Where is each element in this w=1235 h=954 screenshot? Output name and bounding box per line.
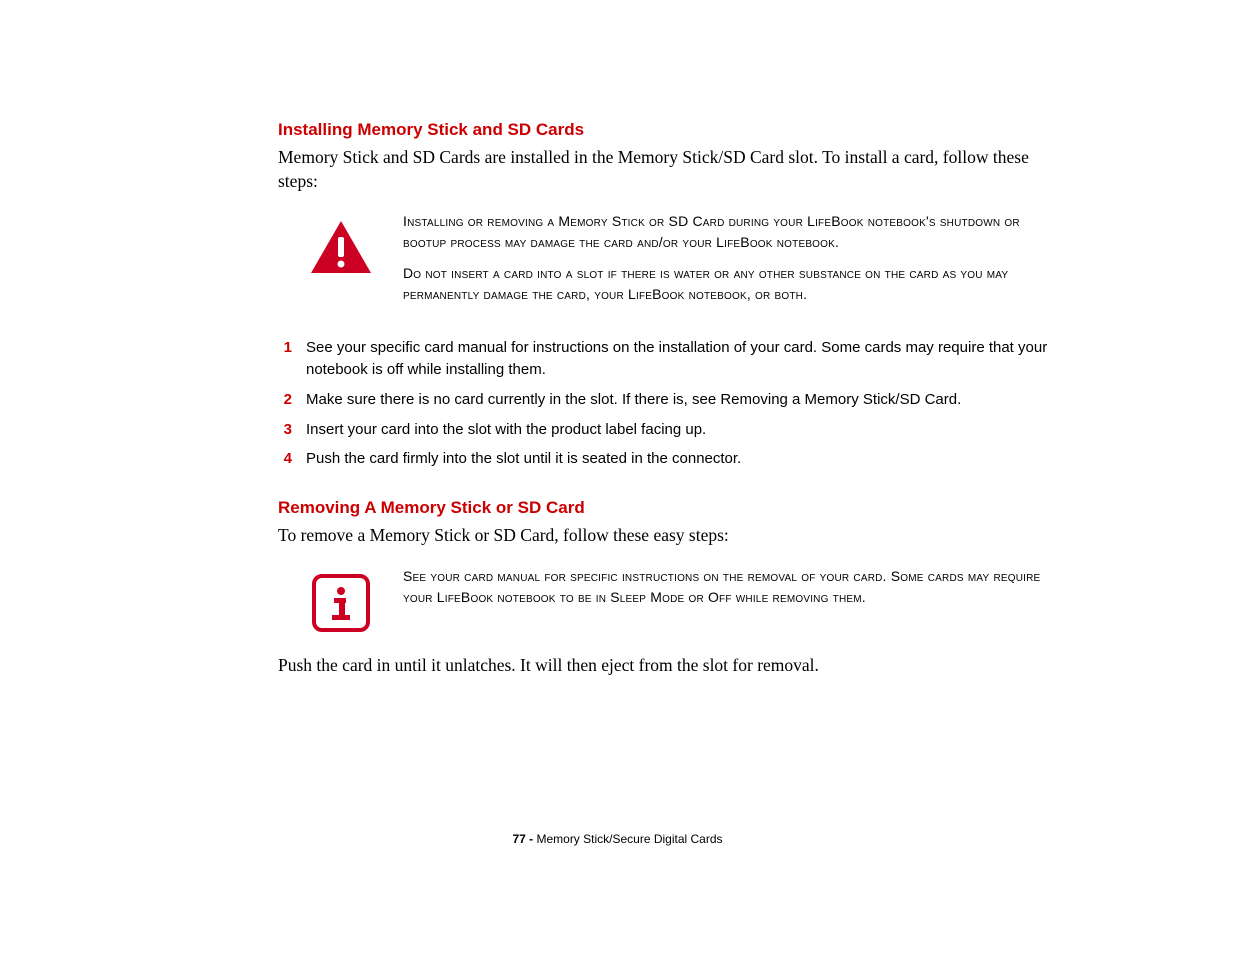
info-icon <box>308 566 373 632</box>
step-number: 1 <box>278 337 292 359</box>
step-number: 3 <box>278 419 292 441</box>
intro-removing: To remove a Memory Stick or SD Card, fol… <box>278 524 1068 548</box>
warning-paragraph-1: Installing or removing a Memory Stick or… <box>403 211 1048 253</box>
warning-paragraph-2: Do not insert a card into a slot if ther… <box>403 263 1048 305</box>
step-text: See your specific card manual for instru… <box>306 337 1068 381</box>
page-content: Installing Memory Stick and SD Cards Mem… <box>278 120 1068 695</box>
heading-installing: Installing Memory Stick and SD Cards <box>278 120 1068 140</box>
warning-icon <box>308 211 373 275</box>
step-number: 4 <box>278 448 292 470</box>
footer-title: Memory Stick/Secure Digital Cards <box>533 832 722 846</box>
list-item: 2 Make sure there is no card currently i… <box>278 389 1068 411</box>
body-removing: Push the card in until it unlatches. It … <box>278 654 1068 678</box>
page-footer: 77 - Memory Stick/Secure Digital Cards <box>0 832 1235 846</box>
warning-text: Installing or removing a Memory Stick or… <box>403 211 1048 315</box>
info-callout: See your card manual for specific instru… <box>308 566 1048 632</box>
heading-removing: Removing A Memory Stick or SD Card <box>278 498 1068 518</box>
step-text: Make sure there is no card currently in … <box>306 389 961 411</box>
install-steps-list: 1 See your specific card manual for inst… <box>278 337 1068 470</box>
list-item: 4 Push the card firmly into the slot unt… <box>278 448 1068 470</box>
intro-installing: Memory Stick and SD Cards are installed … <box>278 146 1068 193</box>
list-item: 1 See your specific card manual for inst… <box>278 337 1068 381</box>
step-number: 2 <box>278 389 292 411</box>
page-number: 77 - <box>512 832 533 846</box>
info-paragraph: See your card manual for specific instru… <box>403 566 1048 608</box>
step-text: Push the card firmly into the slot until… <box>306 448 741 470</box>
warning-callout: Installing or removing a Memory Stick or… <box>308 211 1048 315</box>
step-text: Insert your card into the slot with the … <box>306 419 706 441</box>
list-item: 3 Insert your card into the slot with th… <box>278 419 1068 441</box>
info-text: See your card manual for specific instru… <box>403 566 1048 618</box>
